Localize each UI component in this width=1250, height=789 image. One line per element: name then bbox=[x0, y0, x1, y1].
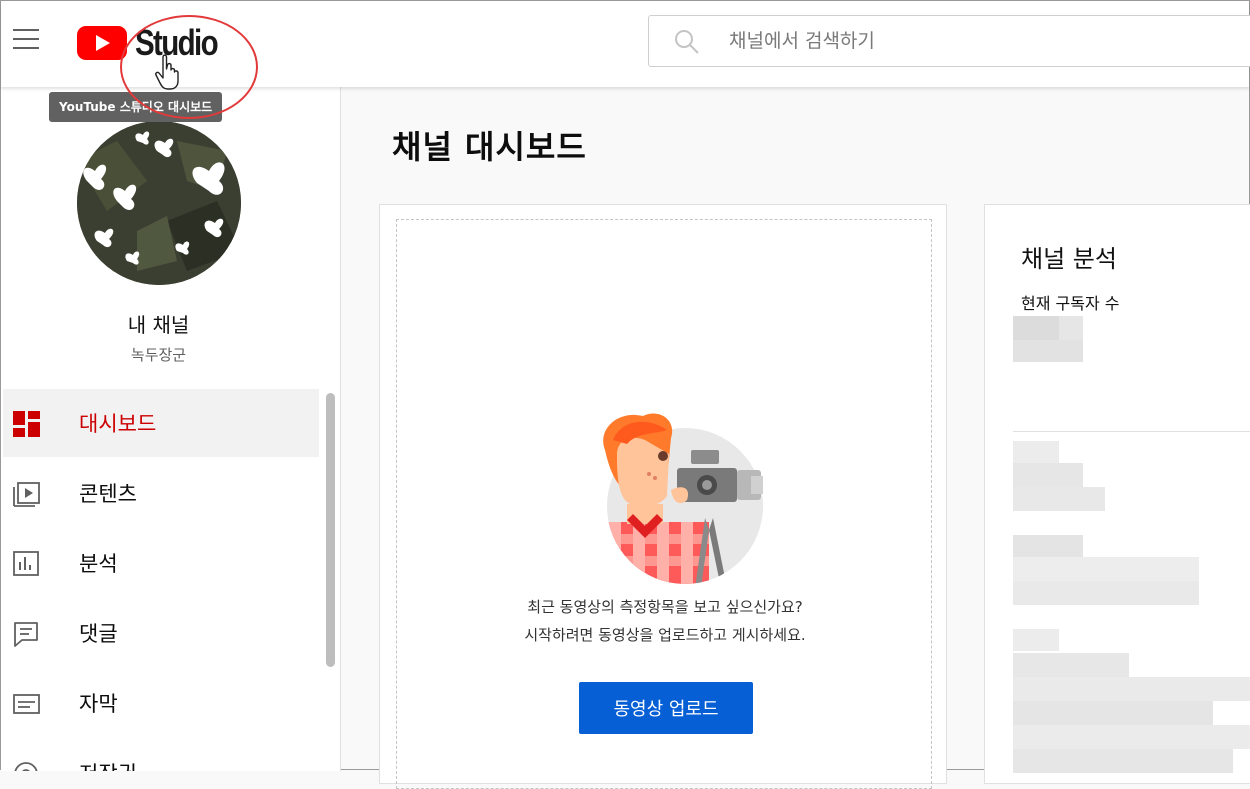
upload-card: 최근 동영상의 측정항목을 보고 싶으신가요? 시작하려면 동영상을 업로드하고… bbox=[379, 204, 947, 789]
sidebar-item-subtitles[interactable]: 자막 bbox=[3, 669, 319, 737]
channel-analytics-card: 채널 분석 현재 구독자 수 bbox=[984, 204, 1250, 784]
dashboard-icon bbox=[13, 411, 40, 437]
subscribers-label: 현재 구독자 수 bbox=[1021, 294, 1120, 313]
upload-prompt-line1: 최근 동영상의 측정항목을 보고 싶으신가요? bbox=[527, 598, 803, 616]
sidebar-item-comments[interactable]: 댓글 bbox=[3, 599, 319, 667]
comments-icon bbox=[14, 622, 38, 647]
butterfly-pattern-icon bbox=[77, 121, 241, 285]
upload-prompt-line2: 시작하려면 동영상을 업로드하고 게시하세요. bbox=[524, 626, 806, 644]
upload-video-button[interactable]: 동영상 업로드 bbox=[579, 682, 753, 734]
card-divider bbox=[1013, 431, 1250, 432]
sidebar-item-label: 자막 bbox=[79, 692, 118, 716]
search-input[interactable] bbox=[729, 16, 1209, 66]
channel-name: 내 채널 bbox=[127, 313, 190, 337]
sidebar-item-copyright[interactable]: 저작권 bbox=[3, 739, 319, 771]
channel-handle: 녹두장군 bbox=[130, 346, 187, 364]
sidebar-item-label: 저작권 bbox=[79, 758, 137, 771]
analytics-title: 채널 분석 bbox=[1021, 245, 1117, 273]
subtitles-icon bbox=[13, 694, 40, 714]
sidebar-item-label: 댓글 bbox=[79, 622, 118, 646]
page-title: 채널 대시보드 bbox=[392, 128, 587, 166]
youtube-logo-icon bbox=[77, 26, 127, 60]
channel-avatar[interactable] bbox=[77, 121, 241, 285]
sidebar-item-label: 대시보드 bbox=[79, 412, 157, 436]
annotation-circle bbox=[120, 15, 258, 119]
camera-operator-illustration-icon bbox=[603, 413, 763, 584]
analytics-icon bbox=[13, 551, 39, 576]
sidebar-scrollbar[interactable] bbox=[326, 393, 335, 667]
upload-dropzone: 최근 동영상의 측정항목을 보고 싶으신가요? 시작하려면 동영상을 업로드하고… bbox=[396, 219, 932, 789]
search-icon[interactable] bbox=[673, 28, 701, 56]
menu-icon[interactable] bbox=[13, 29, 39, 51]
sidebar-item-label: 콘텐츠 bbox=[79, 482, 137, 506]
search-box[interactable] bbox=[648, 15, 1250, 67]
sidebar-item-dashboard[interactable]: 대시보드 bbox=[3, 389, 319, 457]
sidebar-item-label: 분석 bbox=[79, 552, 118, 576]
content-icon bbox=[13, 482, 40, 507]
sidebar-item-analytics[interactable]: 분석 bbox=[3, 529, 319, 597]
left-sidebar: 내 채널 녹두장군 대시보드 콘텐츠 분석 댓글 자막 bbox=[1, 87, 341, 771]
sidebar-item-content[interactable]: 콘텐츠 bbox=[3, 459, 319, 527]
